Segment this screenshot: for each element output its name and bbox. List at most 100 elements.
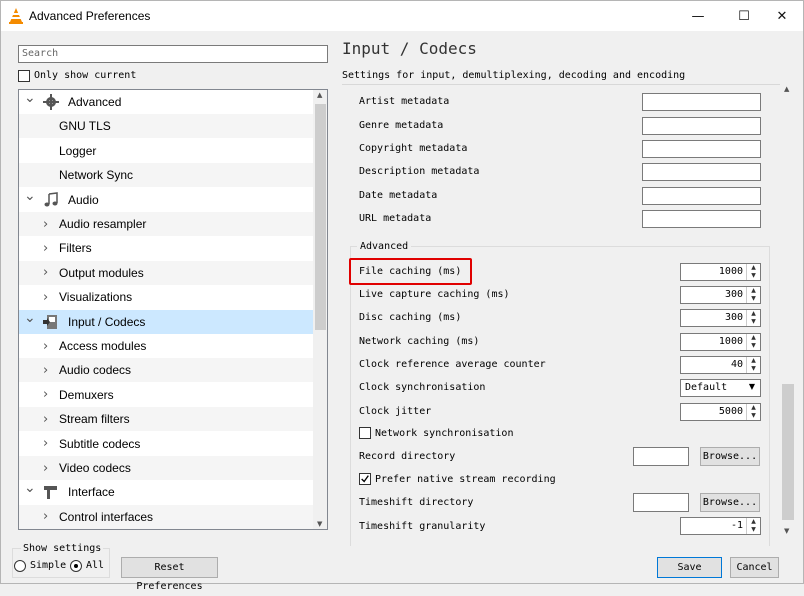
chevron-down-icon[interactable]: ⌄ — [24, 188, 36, 204]
caching-stepper[interactable]: 300 ▲ ▼ — [680, 309, 761, 327]
chevron-down-icon: ▼ — [748, 382, 755, 391]
checkmark-icon — [361, 475, 369, 483]
timeshift-granularity-stepper[interactable]: -1 ▲ ▼ — [680, 517, 761, 535]
scroll-down-icon[interactable]: ▼ — [784, 527, 789, 535]
chevron-right-icon[interactable]: › — [43, 217, 48, 232]
tree-item-label: Output modules — [59, 265, 144, 280]
stepper-arrows-icon[interactable]: ▲ ▼ — [746, 310, 760, 326]
stepper-arrows-icon[interactable]: ▲ ▼ — [746, 334, 760, 350]
scroll-up-icon[interactable]: ▲ — [317, 91, 322, 99]
search-input[interactable]: Search — [18, 45, 328, 63]
music-note-icon — [43, 191, 59, 208]
tree-item-label: Demuxers — [59, 387, 114, 402]
metadata-input[interactable] — [642, 140, 761, 158]
caching-stepper[interactable]: 300 ▲ ▼ — [680, 286, 761, 304]
chevron-right-icon[interactable]: › — [43, 461, 48, 476]
caching-stepper[interactable]: 1000 ▲ ▼ — [680, 333, 761, 351]
tree-item[interactable]: › Control interfaces — [19, 504, 313, 529]
tree-item[interactable]: › Subtitle codecs — [19, 432, 313, 456]
stepper-arrows-icon[interactable]: ▲ ▼ — [746, 264, 760, 280]
tree-item-label: Subtitle codecs — [59, 436, 141, 451]
caching-label: Clock reference average counter — [359, 359, 546, 370]
metadata-label: Copyright metadata — [359, 143, 468, 154]
only-show-current-checkbox[interactable] — [18, 70, 30, 82]
chevron-right-icon[interactable]: › — [43, 412, 48, 427]
clock-jitter-stepper[interactable]: 5000 ▲ ▼ — [680, 403, 761, 421]
tree-item[interactable]: › Access modules — [19, 334, 313, 358]
reset-preferences-button[interactable]: Reset Preferences — [121, 557, 218, 592]
chevron-right-icon[interactable]: › — [43, 436, 48, 451]
timeshift-directory-label: Timeshift directory — [359, 497, 474, 508]
chevron-right-icon[interactable]: › — [43, 241, 48, 256]
timeshift-directory-browse-button[interactable]: Browse... — [700, 493, 760, 512]
chevron-down-icon[interactable]: ⌄ — [24, 480, 36, 496]
tree-item-label: Stream filters — [59, 412, 130, 427]
divider — [342, 84, 792, 85]
tree-item[interactable]: › Video codecs — [19, 456, 313, 480]
tree-item[interactable]: ⌄ Audio — [19, 188, 313, 212]
caching-value: 1000 — [718, 266, 743, 277]
tree-item[interactable]: › Audio codecs — [19, 358, 313, 383]
all-radio[interactable] — [70, 560, 82, 572]
category-tree[interactable]: ⌄ Advanced GNU TLS Logger Network Sync ⌄ Audio… — [18, 89, 328, 530]
tree-item[interactable]: › Output modules — [19, 260, 313, 285]
tree-item[interactable]: › Demuxers — [19, 383, 313, 407]
metadata-input[interactable] — [642, 93, 761, 111]
tree-item[interactable]: › Visualizations — [19, 285, 313, 309]
minimize-button[interactable]: — — [675, 1, 721, 31]
stepper-arrows-icon[interactable]: ▲ ▼ — [746, 404, 760, 420]
prefer-native-checkbox[interactable] — [359, 473, 371, 485]
chevron-right-icon[interactable]: › — [43, 509, 48, 524]
metadata-label: URL metadata — [359, 213, 432, 224]
chevron-right-icon[interactable]: › — [43, 387, 48, 402]
tree-item[interactable]: GNU TLS — [19, 114, 313, 139]
scroll-up-icon[interactable]: ▲ — [784, 85, 789, 93]
caching-label: Live capture caching (ms) — [359, 289, 510, 300]
all-label: All — [86, 560, 105, 571]
save-button[interactable]: Save — [657, 557, 722, 578]
panel-scrollbar[interactable]: ▲ ▼ — [780, 84, 796, 536]
scroll-down-icon[interactable]: ▼ — [317, 520, 322, 528]
metadata-label: Artist metadata — [359, 96, 450, 107]
network-sync-checkbox[interactable] — [359, 427, 371, 439]
tree-item-label: Interface — [68, 485, 115, 500]
clock-sync-value: Default — [685, 382, 728, 393]
tree-item-label: Input / Codecs — [68, 314, 146, 329]
clock-sync-label: Clock synchronisation — [359, 382, 486, 393]
chevron-right-icon[interactable]: › — [43, 290, 48, 305]
simple-radio[interactable] — [14, 560, 26, 572]
tree-item[interactable]: ⌄ Interface — [19, 480, 313, 504]
tree-item[interactable]: › Audio resampler — [19, 212, 313, 236]
stepper-arrows-icon[interactable]: ▲ ▼ — [746, 357, 760, 373]
tree-item[interactable]: › Stream filters — [19, 407, 313, 432]
chevron-down-icon[interactable]: ⌄ — [24, 90, 36, 106]
panel-scroll-thumb[interactable] — [782, 384, 794, 520]
tree-scrollbar[interactable]: ▲ ▼ — [313, 90, 327, 529]
stepper-arrows-icon[interactable]: ▲ ▼ — [746, 287, 760, 303]
tree-item[interactable]: ⌄ Input / Codecs — [19, 309, 313, 334]
close-button[interactable]: ✕ — [759, 1, 804, 31]
caching-stepper[interactable]: 1000 ▲ ▼ — [680, 263, 761, 281]
chevron-down-icon[interactable]: ⌄ — [24, 310, 36, 326]
tree-item[interactable]: Logger — [19, 139, 313, 163]
record-directory-browse-button[interactable]: Browse... — [700, 447, 760, 466]
metadata-label: Genre metadata — [359, 120, 444, 131]
tree-scroll-thumb[interactable] — [315, 104, 326, 330]
caching-stepper[interactable]: 40 ▲ ▼ — [680, 356, 761, 374]
tree-item[interactable]: Network Sync — [19, 163, 313, 188]
clock-sync-select[interactable]: Default ▼ — [680, 379, 761, 397]
timeshift-directory-input[interactable] — [633, 493, 689, 512]
chevron-right-icon[interactable]: › — [43, 363, 48, 378]
metadata-input[interactable] — [642, 187, 761, 205]
cancel-button[interactable]: Cancel — [730, 557, 779, 578]
network-sync-label: Network synchronisation — [375, 428, 514, 439]
metadata-input[interactable] — [642, 117, 761, 135]
tree-item[interactable]: › Filters — [19, 236, 313, 260]
chevron-right-icon[interactable]: › — [43, 265, 48, 280]
chevron-right-icon[interactable]: › — [43, 339, 48, 354]
metadata-input[interactable] — [642, 163, 761, 181]
stepper-arrows-icon[interactable]: ▲ ▼ — [746, 518, 760, 534]
record-directory-input[interactable] — [633, 447, 689, 466]
tree-item[interactable]: ⌄ Advanced — [19, 90, 313, 114]
metadata-input[interactable] — [642, 210, 761, 228]
